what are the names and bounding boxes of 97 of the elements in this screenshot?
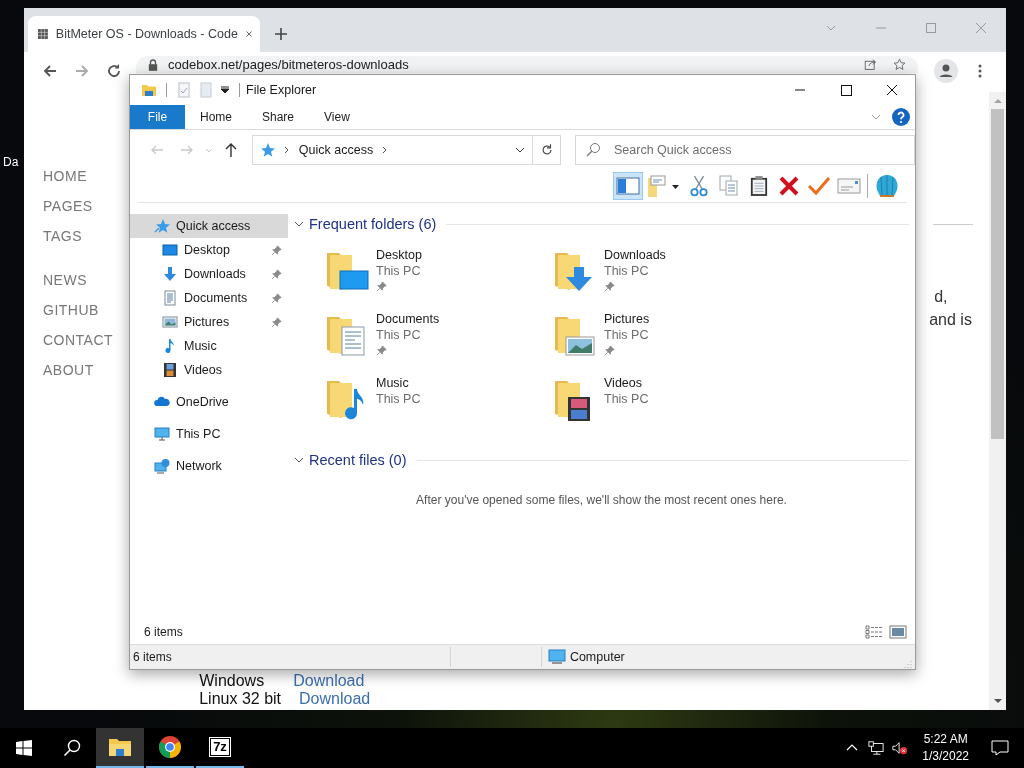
nav-item[interactable]: Downloads bbox=[130, 262, 288, 286]
document-icon bbox=[162, 290, 178, 306]
address-bar[interactable]: Quick access bbox=[251, 135, 534, 165]
star-icon bbox=[154, 218, 170, 234]
reload-icon[interactable] bbox=[106, 63, 122, 79]
refresh-icon[interactable] bbox=[539, 143, 554, 157]
folder-name[interactable]: Music bbox=[376, 375, 421, 391]
monitor-icon bbox=[547, 649, 566, 665]
folder-location: This PC bbox=[376, 327, 422, 343]
folder-name[interactable]: Pictures bbox=[604, 311, 650, 327]
nav-item[interactable]: Pictures bbox=[130, 310, 288, 334]
folder-name[interactable]: Documents bbox=[376, 311, 440, 327]
nav-item[interactable]: Music bbox=[130, 334, 288, 358]
ribbon-tab[interactable]: Share bbox=[247, 105, 310, 129]
nav-link[interactable]: NEWS bbox=[43, 272, 87, 302]
nav-item[interactable]: Desktop bbox=[130, 238, 288, 262]
section-header[interactable]: Frequent folders (6) bbox=[294, 216, 441, 232]
lock-icon bbox=[148, 58, 158, 71]
resize-grip-icon[interactable] bbox=[903, 659, 913, 669]
nav-link[interactable]: GITHUB bbox=[43, 302, 99, 332]
ribbon-tab[interactable]: File bbox=[130, 105, 185, 129]
star-outline-icon[interactable] bbox=[893, 58, 906, 71]
folder-location: This PC bbox=[604, 327, 650, 343]
folder-location: This PC bbox=[376, 391, 421, 407]
breadcrumb[interactable]: Quick access bbox=[298, 143, 374, 157]
taskbar-app-button[interactable] bbox=[96, 728, 144, 768]
nav-link[interactable]: HOME bbox=[43, 168, 87, 198]
item-count: 6 items bbox=[144, 625, 183, 639]
search-icon bbox=[585, 142, 601, 158]
browser-tab[interactable]: BitMeter OS - Downloads - Code bbox=[28, 16, 260, 52]
volume-muted-icon[interactable] bbox=[892, 740, 909, 756]
back-arrow-icon[interactable] bbox=[42, 63, 58, 79]
folder-location: This PC bbox=[604, 263, 650, 279]
scrollbar[interactable] bbox=[989, 92, 1006, 710]
empty-message: After you've opened some files, we'll show the most recent ones here. bbox=[415, 493, 788, 507]
folder-name[interactable]: Videos bbox=[604, 375, 649, 391]
clock-date[interactable]: 1/3/2022 bbox=[922, 748, 969, 765]
scroll-down-arrow-icon[interactable] bbox=[993, 699, 1002, 704]
thumbnail-view-icon[interactable] bbox=[889, 625, 907, 639]
paragraph-text: and is bbox=[929, 310, 973, 330]
folder-icon[interactable] bbox=[108, 737, 132, 757]
round-logo-icon[interactable] bbox=[158, 735, 182, 759]
nav-link[interactable]: CONTACT bbox=[43, 332, 114, 362]
folder-name[interactable]: Downloads bbox=[604, 247, 666, 263]
ribbon-tab[interactable]: View bbox=[309, 105, 365, 129]
address-bar[interactable]: codebox.net/pages/bitmeteros-downloads bbox=[136, 56, 918, 73]
help-icon[interactable] bbox=[892, 108, 910, 126]
network-icon[interactable] bbox=[868, 740, 885, 756]
nav-link[interactable]: PAGES bbox=[43, 198, 93, 228]
folder-location: This PC bbox=[604, 391, 649, 407]
chevron-right-icon[interactable] bbox=[282, 146, 291, 154]
download-arrow-icon bbox=[162, 266, 178, 282]
section-header[interactable]: Recent files (0) bbox=[294, 452, 411, 468]
nav-item[interactable]: OneDrive bbox=[130, 390, 288, 414]
star-icon bbox=[258, 142, 275, 158]
up-arrow-icon[interactable] bbox=[222, 142, 239, 158]
nav-item[interactable]: Quick access bbox=[130, 214, 288, 238]
folder-icon[interactable] bbox=[141, 82, 157, 98]
desktop-icon bbox=[162, 242, 178, 258]
clock-time[interactable]: 5:22 AM bbox=[923, 731, 968, 748]
nav-link[interactable]: TAGS bbox=[43, 228, 83, 258]
notification-icon[interactable] bbox=[991, 740, 1009, 756]
folder-name[interactable]: Desktop bbox=[376, 247, 422, 263]
refresh-button[interactable] bbox=[533, 135, 561, 165]
details-view-icon[interactable] bbox=[865, 625, 883, 639]
nav-link[interactable]: ABOUT bbox=[43, 362, 94, 392]
download-link[interactable]: Download bbox=[293, 672, 365, 690]
window-title: File Explorer bbox=[246, 83, 317, 97]
windows-logo-icon[interactable] bbox=[16, 740, 32, 756]
platform-label: Windows bbox=[199, 672, 266, 690]
monitor-icon bbox=[154, 426, 170, 442]
paragraph-text: d, bbox=[933, 287, 949, 307]
film-strip-icon bbox=[162, 362, 178, 378]
download-link[interactable]: Download bbox=[299, 690, 371, 708]
nav-item[interactable]: Network bbox=[130, 454, 288, 478]
share-icon[interactable] bbox=[864, 58, 877, 71]
picture-icon bbox=[162, 314, 178, 330]
desktop-icon-label[interactable]: Da bbox=[3, 155, 19, 169]
taskbar-app-button[interactable]: 7z bbox=[196, 728, 244, 768]
grid-icon bbox=[38, 26, 48, 42]
url-text[interactable]: codebox.net/pages/bitmeteros-downloads bbox=[168, 56, 409, 73]
search-field[interactable]: Search Quick access bbox=[575, 135, 915, 165]
nav-item[interactable]: Videos bbox=[130, 358, 288, 382]
nav-item[interactable]: This PC bbox=[130, 422, 288, 446]
platform-label: Linux 32 bit bbox=[199, 690, 282, 708]
nav-item[interactable]: Documents bbox=[130, 286, 288, 310]
ribbon-tab[interactable]: Home bbox=[185, 105, 247, 129]
close-icon[interactable] bbox=[245, 29, 252, 39]
avatar-icon[interactable] bbox=[934, 59, 958, 83]
search-icon[interactable] bbox=[63, 739, 81, 757]
preview-pane-button[interactable] bbox=[613, 172, 643, 200]
caret-icon[interactable] bbox=[221, 86, 229, 94]
item-count: 6 items bbox=[133, 650, 172, 664]
network-icon bbox=[154, 458, 170, 474]
folder-location: This PC bbox=[376, 263, 422, 279]
location-label: Computer bbox=[569, 650, 625, 664]
plus-icon[interactable] bbox=[274, 27, 288, 41]
